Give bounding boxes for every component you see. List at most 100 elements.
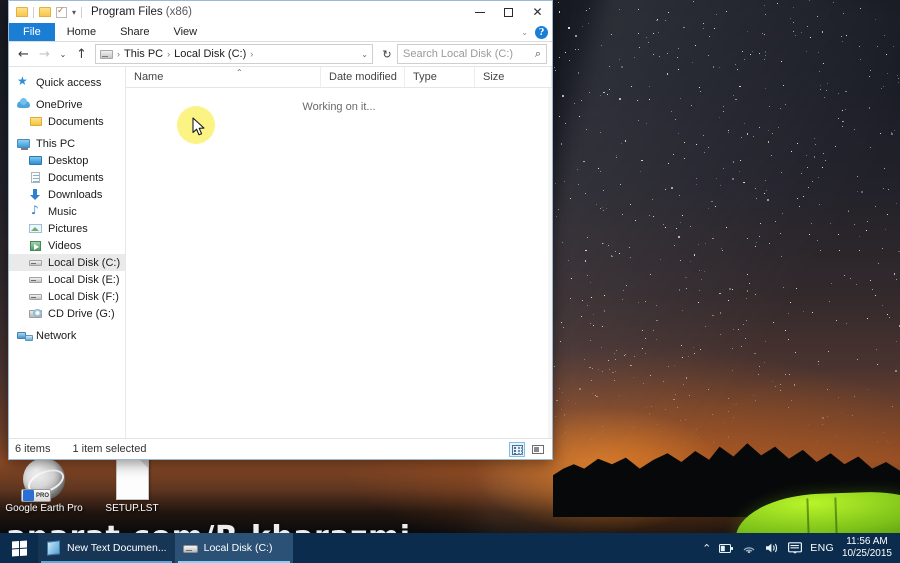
pro-badge: PRO [21,489,51,502]
chevron-up-icon[interactable]: ⌃ [702,542,711,555]
search-box[interactable]: Search Local Disk (C:) ⌕ [397,44,547,64]
column-header-size[interactable]: Size [475,67,552,87]
google-earth-pro-icon: PRO [21,458,65,502]
desktop-icon-setup-lst[interactable]: SETUP.LST [90,458,174,515]
column-header-type[interactable]: Type [405,67,475,87]
address-bar-row[interactable]: ← → ⌄ ↑ › This PC › Local Disk (C:) › ⌄ … [9,42,552,66]
breadcrumb-local-disk-c[interactable]: Local Disk (C:) [174,48,246,60]
up-icon[interactable]: ↑ [72,44,91,64]
tab-share[interactable]: Share [108,23,161,41]
mouse-cursor [192,117,205,136]
tab-view[interactable]: View [161,23,209,41]
cd-drive-icon [29,307,43,320]
search-icon: ⌕ [534,47,541,60]
sidebar-item-desktop[interactable]: Desktop [9,152,125,169]
drive-icon [29,290,43,303]
clock[interactable]: 11:56 AM 10/25/2015 [842,536,892,560]
sidebar-item-documents-onedrive[interactable]: Documents [9,113,125,130]
chevron-down-icon[interactable]: ⌄ [521,28,528,37]
taskbar-item-new-text-document[interactable]: New Text Documen... [38,533,175,563]
document-icon [29,171,43,184]
vertical-scrollbar[interactable] [548,88,552,438]
address-input[interactable]: › This PC › Local Disk (C:) › ⌄ [95,44,373,64]
close-icon: ✕ [532,5,543,19]
maximize-icon [504,7,513,17]
breadcrumb-separator-trailing[interactable]: › [249,49,254,59]
pro-badge-label: PRO [36,492,50,499]
sidebar-item-local-disk-c[interactable]: Local Disk (C:) [9,254,125,271]
sidebar-item-label: Local Disk (C:) [48,256,121,269]
column-header-date-modified[interactable]: Date modified [321,67,405,87]
sidebar-item-onedrive[interactable]: OneDrive [9,96,125,113]
view-toggle-group[interactable] [509,441,546,457]
volume-icon[interactable] [765,542,780,554]
tab-home[interactable]: Home [55,23,108,41]
drive-icon [29,256,43,269]
minimize-button[interactable] [465,1,494,23]
sidebar-item-music[interactable]: Music [9,203,125,220]
help-icon[interactable]: ? [535,26,548,39]
sidebar-item-videos[interactable]: Videos [9,237,125,254]
sidebar-item-label: Quick access [36,76,102,89]
qat-dropdown-icon[interactable]: ▾ [72,8,76,17]
large-icons-view-icon[interactable] [530,442,546,457]
search-input[interactable]: Search Local Disk (C:) [403,48,535,60]
window-controls[interactable]: ✕ [465,1,552,23]
page-title: Program Files (x86) [91,6,192,18]
details-view-icon[interactable] [509,441,525,457]
clock-time: 11:56 AM [846,536,888,547]
properties-icon[interactable] [56,5,67,18]
sidebar-item-documents[interactable]: Documents [9,169,125,186]
column-header-name[interactable]: Name ⌃ [126,67,321,87]
sidebar-item-this-pc[interactable]: This PC [9,135,125,152]
folder-icon [29,115,43,128]
start-button[interactable] [0,533,38,563]
language-indicator[interactable]: ENG [810,542,834,554]
file-explorer-window[interactable]: ▾ Program Files (x86) ✕ File Home Share … [8,0,553,460]
wifi-icon[interactable] [742,542,757,554]
sidebar-item-local-disk-f[interactable]: Local Disk (F:) [9,288,125,305]
sidebar-item-quick-access[interactable]: Quick access [9,74,125,91]
recent-locations-icon[interactable]: ⌄ [56,44,70,64]
sidebar-item-network[interactable]: Network [9,327,125,344]
desktop-icon-google-earth-pro[interactable]: PRO Google Earth Pro [2,458,86,515]
taskbar[interactable]: New Text Documen... Local Disk (C:) ⌃ EN [0,533,900,563]
breadcrumb-this-pc[interactable]: This PC [124,48,163,60]
window-title-paren: (x86) [165,6,192,18]
navigation-pane[interactable]: Quick access OneDrive Documents This PC … [9,67,126,438]
sidebar-item-label: OneDrive [36,98,83,111]
column-label: Name [134,71,164,83]
back-icon[interactable]: ← [14,44,33,64]
sidebar-item-downloads[interactable]: Downloads [9,186,125,203]
action-center-icon[interactable] [788,542,803,554]
close-button[interactable]: ✕ [523,1,552,23]
sidebar-item-label: Documents [48,115,104,128]
column-header-row[interactable]: Name ⌃ Date modified Type Size [126,67,552,88]
folder-icon-1[interactable] [16,7,28,17]
maximize-button[interactable] [494,1,523,23]
system-tray[interactable]: ⌃ ENG 11:56 AM 10/25/2015 [702,533,900,563]
refresh-icon[interactable]: ↻ [379,48,395,61]
download-icon [29,188,43,201]
title-bar[interactable]: ▾ Program Files (x86) ✕ [9,1,552,23]
sidebar-item-cd-drive-g[interactable]: CD Drive (G:) [9,305,125,322]
network-icon [17,329,33,342]
chevron-down-icon[interactable]: ⌄ [361,50,368,59]
file-icon [115,458,149,500]
tab-file[interactable]: File [9,23,55,41]
sidebar-item-label: Network [36,329,77,342]
sidebar-item-local-disk-e[interactable]: Local Disk (E:) [9,271,125,288]
window-body: Quick access OneDrive Documents This PC … [9,66,552,438]
minimize-icon [474,11,485,13]
desktop-icon-label: Google Earth Pro [5,503,83,514]
window-title-main: Program Files [91,6,163,18]
taskbar-item-local-disk-c[interactable]: Local Disk (C:) [174,533,293,563]
folder-icon-2[interactable] [39,7,51,17]
ribbon-right-controls[interactable]: ⌄ ? [521,23,548,42]
cloud-icon [17,98,31,111]
quick-access-toolbar[interactable]: ▾ [9,5,83,18]
battery-icon[interactable] [719,543,734,554]
ribbon-tab-bar[interactable]: File Home Share View ⌄ ? [9,23,552,42]
sidebar-item-pictures[interactable]: Pictures [9,220,125,237]
desktop-icon-label: SETUP.LST [105,503,159,514]
